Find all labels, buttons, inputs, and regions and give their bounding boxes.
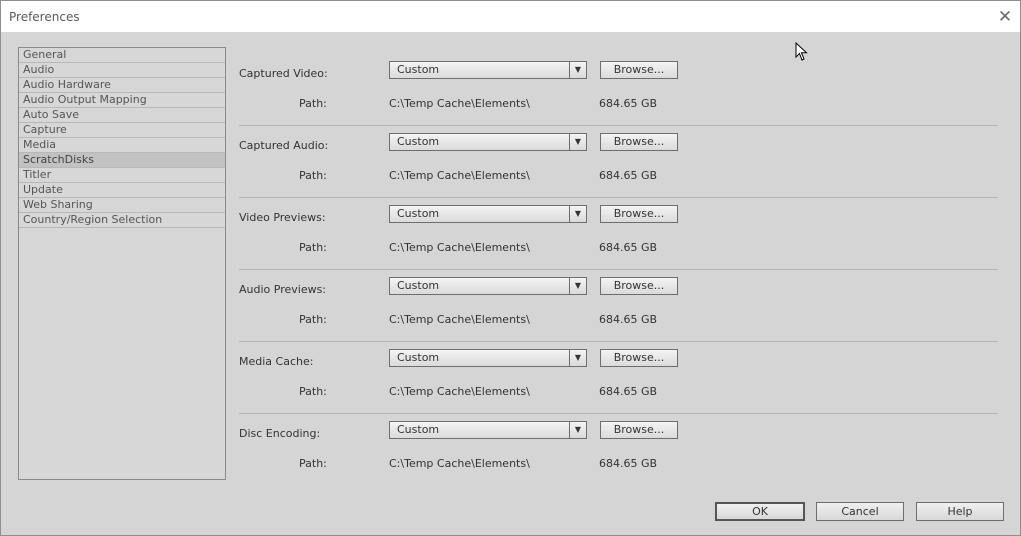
sidebar-item-auto-save[interactable]: Auto Save bbox=[19, 108, 225, 123]
audio-previews-free-space: 684.65 GB bbox=[599, 313, 658, 326]
disc-encoding-label: Disc Encoding: bbox=[239, 427, 321, 440]
sidebar-item-capture[interactable]: Capture bbox=[19, 123, 225, 138]
captured-video-path: C:\Temp Cache\Elements\ bbox=[389, 97, 530, 110]
select-value: Custom bbox=[397, 279, 440, 292]
disc-encoding-browse-button[interactable]: Browse... bbox=[600, 421, 678, 439]
preferences-window: Preferences ✕ General Audio Audio Hardwa… bbox=[0, 0, 1021, 536]
audio-previews-select[interactable]: Custom ▼ bbox=[389, 277, 587, 295]
disc-encoding-row: Disc Encoding: Custom ▼ Browse... Path: … bbox=[239, 414, 998, 486]
media-cache-row: Media Cache: Custom ▼ Browse... Path: C:… bbox=[239, 342, 998, 414]
chevron-down-icon[interactable]: ▼ bbox=[569, 278, 586, 294]
sidebar-item-update[interactable]: Update bbox=[19, 183, 225, 198]
captured-video-free-space: 684.65 GB bbox=[599, 97, 658, 110]
media-cache-label: Media Cache: bbox=[239, 355, 314, 368]
disc-encoding-path: C:\Temp Cache\Elements\ bbox=[389, 457, 530, 470]
sidebar-item-audio[interactable]: Audio bbox=[19, 63, 225, 78]
audio-previews-path: C:\Temp Cache\Elements\ bbox=[389, 313, 530, 326]
sidebar-item-scratchdisks[interactable]: ScratchDisks bbox=[19, 153, 225, 168]
captured-audio-row: Captured Audio: Custom ▼ Browse... Path:… bbox=[239, 126, 998, 198]
sidebar-item-media[interactable]: Media bbox=[19, 138, 225, 153]
video-previews-path: C:\Temp Cache\Elements\ bbox=[389, 241, 530, 254]
captured-audio-label: Captured Audio: bbox=[239, 139, 329, 152]
sidebar-item-country-region-selection[interactable]: Country/Region Selection bbox=[19, 213, 225, 228]
captured-video-row: Captured Video: Custom ▼ Browse... Path:… bbox=[239, 54, 998, 126]
media-cache-select[interactable]: Custom ▼ bbox=[389, 349, 587, 367]
select-value: Custom bbox=[397, 135, 440, 148]
captured-audio-select[interactable]: Custom ▼ bbox=[389, 133, 587, 151]
disc-encoding-free-space: 684.65 GB bbox=[599, 457, 658, 470]
sidebar-item-audio-output-mapping[interactable]: Audio Output Mapping bbox=[19, 93, 225, 108]
path-label: Path: bbox=[299, 97, 327, 110]
audio-previews-label: Audio Previews: bbox=[239, 283, 327, 296]
path-label: Path: bbox=[299, 457, 327, 470]
captured-video-select[interactable]: Custom ▼ bbox=[389, 61, 587, 79]
mouse-cursor-icon bbox=[795, 42, 808, 61]
captured-audio-path: C:\Temp Cache\Elements\ bbox=[389, 169, 530, 182]
video-previews-browse-button[interactable]: Browse... bbox=[600, 205, 678, 223]
video-previews-row: Video Previews: Custom ▼ Browse... Path:… bbox=[239, 198, 998, 270]
path-label: Path: bbox=[299, 241, 327, 254]
media-cache-browse-button[interactable]: Browse... bbox=[600, 349, 678, 367]
captured-video-label: Captured Video: bbox=[239, 67, 328, 80]
title-bar: Preferences ✕ bbox=[1, 1, 1020, 32]
media-cache-path: C:\Temp Cache\Elements\ bbox=[389, 385, 530, 398]
path-label: Path: bbox=[299, 313, 327, 326]
path-label: Path: bbox=[299, 385, 327, 398]
sidebar-item-audio-hardware[interactable]: Audio Hardware bbox=[19, 78, 225, 93]
select-value: Custom bbox=[397, 63, 440, 76]
disc-encoding-select[interactable]: Custom ▼ bbox=[389, 421, 587, 439]
sidebar-item-titler[interactable]: Titler bbox=[19, 168, 225, 183]
close-icon[interactable]: ✕ bbox=[994, 6, 1016, 28]
window-title: Preferences bbox=[9, 10, 80, 24]
select-value: Custom bbox=[397, 423, 440, 436]
help-button[interactable]: Help bbox=[916, 502, 1004, 521]
captured-audio-browse-button[interactable]: Browse... bbox=[600, 133, 678, 151]
select-value: Custom bbox=[397, 351, 440, 364]
video-previews-select[interactable]: Custom ▼ bbox=[389, 205, 587, 223]
chevron-down-icon[interactable]: ▼ bbox=[569, 62, 586, 78]
captured-audio-free-space: 684.65 GB bbox=[599, 169, 658, 182]
chevron-down-icon[interactable]: ▼ bbox=[569, 206, 586, 222]
audio-previews-row: Audio Previews: Custom ▼ Browse... Path:… bbox=[239, 270, 998, 342]
video-previews-free-space: 684.65 GB bbox=[599, 241, 658, 254]
chevron-down-icon[interactable]: ▼ bbox=[569, 134, 586, 150]
cancel-button[interactable]: Cancel bbox=[816, 502, 904, 521]
preferences-sidebar: General Audio Audio Hardware Audio Outpu… bbox=[18, 47, 226, 480]
captured-video-browse-button[interactable]: Browse... bbox=[600, 61, 678, 79]
chevron-down-icon[interactable]: ▼ bbox=[569, 422, 586, 438]
sidebar-item-web-sharing[interactable]: Web Sharing bbox=[19, 198, 225, 213]
chevron-down-icon[interactable]: ▼ bbox=[569, 350, 586, 366]
media-cache-free-space: 684.65 GB bbox=[599, 385, 658, 398]
video-previews-label: Video Previews: bbox=[239, 211, 326, 224]
audio-previews-browse-button[interactable]: Browse... bbox=[600, 277, 678, 295]
select-value: Custom bbox=[397, 207, 440, 220]
path-label: Path: bbox=[299, 169, 327, 182]
sidebar-item-general[interactable]: General bbox=[19, 48, 225, 63]
ok-button[interactable]: OK bbox=[715, 502, 805, 521]
